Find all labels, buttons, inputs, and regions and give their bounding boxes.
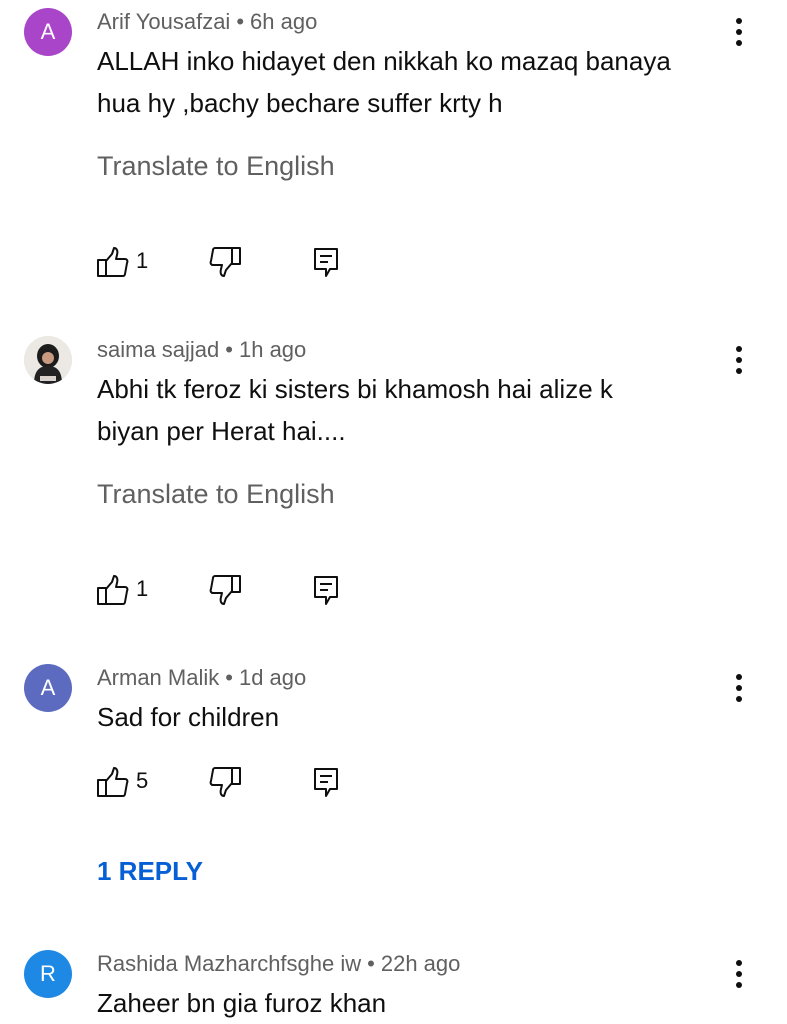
reply-comment-icon bbox=[314, 768, 338, 797]
comment-actions: 5 bbox=[96, 765, 356, 801]
profile-photo bbox=[24, 336, 72, 384]
author-name[interactable]: Arman Malik bbox=[97, 665, 219, 690]
comment-text-line: ALLAH inko hidayet den nikkah ko mazaq b… bbox=[97, 46, 671, 76]
translate-button[interactable]: Translate to English bbox=[97, 479, 335, 510]
comment-meta: saima sajjad • 1h ago bbox=[97, 337, 306, 363]
comment-meta: Rashida Mazharchfsghe iw • 22h ago bbox=[97, 951, 460, 977]
comment-actions: 1 bbox=[96, 245, 356, 281]
comment-text: ALLAH inko hidayet den nikkah ko mazaq b… bbox=[97, 40, 737, 124]
like-button[interactable]: 1 bbox=[96, 245, 148, 281]
comment-meta: Arif Yousafzai • 6h ago bbox=[97, 9, 317, 35]
avatar[interactable]: A bbox=[24, 664, 72, 712]
comment-time[interactable]: 22h ago bbox=[381, 951, 461, 976]
comment-text-line: Zaheer bn gia furoz khan bbox=[97, 988, 387, 1018]
comment-time[interactable]: 1h ago bbox=[239, 337, 306, 362]
like-button[interactable]: 5 bbox=[96, 765, 148, 801]
meta-separator: • bbox=[225, 337, 233, 362]
thumbs-up-icon bbox=[97, 575, 129, 605]
dislike-button[interactable] bbox=[208, 245, 242, 281]
dislike-button[interactable] bbox=[208, 573, 242, 609]
reply-button[interactable] bbox=[310, 573, 344, 609]
like-count: 1 bbox=[136, 248, 149, 273]
avatar[interactable]: R bbox=[24, 950, 72, 998]
like-count: 1 bbox=[136, 576, 149, 601]
thumbs-down-icon bbox=[209, 247, 241, 277]
view-replies-button[interactable]: 1 REPLY bbox=[97, 856, 203, 887]
comment-text-line: Sad for children bbox=[97, 702, 280, 732]
avatar[interactable] bbox=[24, 336, 72, 384]
thumbs-down-icon bbox=[209, 767, 241, 797]
reply-button[interactable] bbox=[310, 765, 344, 801]
comment-text-line: Abhi tk feroz ki sisters bi khamosh hai … bbox=[97, 374, 613, 404]
author-name[interactable]: Rashida Mazharchfsghe iw bbox=[97, 951, 361, 976]
comment-text: Abhi tk feroz ki sisters bi khamosh hai … bbox=[97, 368, 737, 452]
reply-comment-icon bbox=[314, 248, 338, 277]
dislike-button[interactable] bbox=[208, 765, 242, 801]
like-button[interactable]: 1 bbox=[96, 573, 148, 609]
meta-separator: • bbox=[236, 9, 245, 34]
reply-button[interactable] bbox=[310, 245, 344, 281]
thumbs-up-icon bbox=[97, 767, 129, 797]
comment-text: Sad for children bbox=[97, 696, 737, 738]
thumbs-down-icon bbox=[209, 575, 241, 605]
thumbs-up-icon bbox=[97, 247, 129, 277]
comment-time[interactable]: 6h ago bbox=[250, 9, 317, 34]
comment-actions: 1 bbox=[96, 573, 356, 609]
comment-text-line: hua hy ,bachy bechare suffer krty h bbox=[97, 88, 503, 118]
translate-button[interactable]: Translate to English bbox=[97, 151, 335, 182]
comment-time[interactable]: 1d ago bbox=[239, 665, 306, 690]
reply-comment-icon bbox=[314, 576, 338, 605]
author-name[interactable]: Arif Yousafzai bbox=[97, 9, 230, 34]
author-name[interactable]: saima sajjad bbox=[97, 337, 219, 362]
avatar[interactable]: A bbox=[24, 8, 72, 56]
comment-text-line: biyan per Herat hai.... bbox=[97, 416, 346, 446]
comment-meta: Arman Malik • 1d ago bbox=[97, 665, 306, 691]
comment-text: Zaheer bn gia furoz khan bbox=[97, 982, 737, 1024]
meta-separator: • bbox=[225, 665, 233, 690]
meta-separator: • bbox=[367, 951, 375, 976]
like-count: 5 bbox=[136, 768, 149, 793]
